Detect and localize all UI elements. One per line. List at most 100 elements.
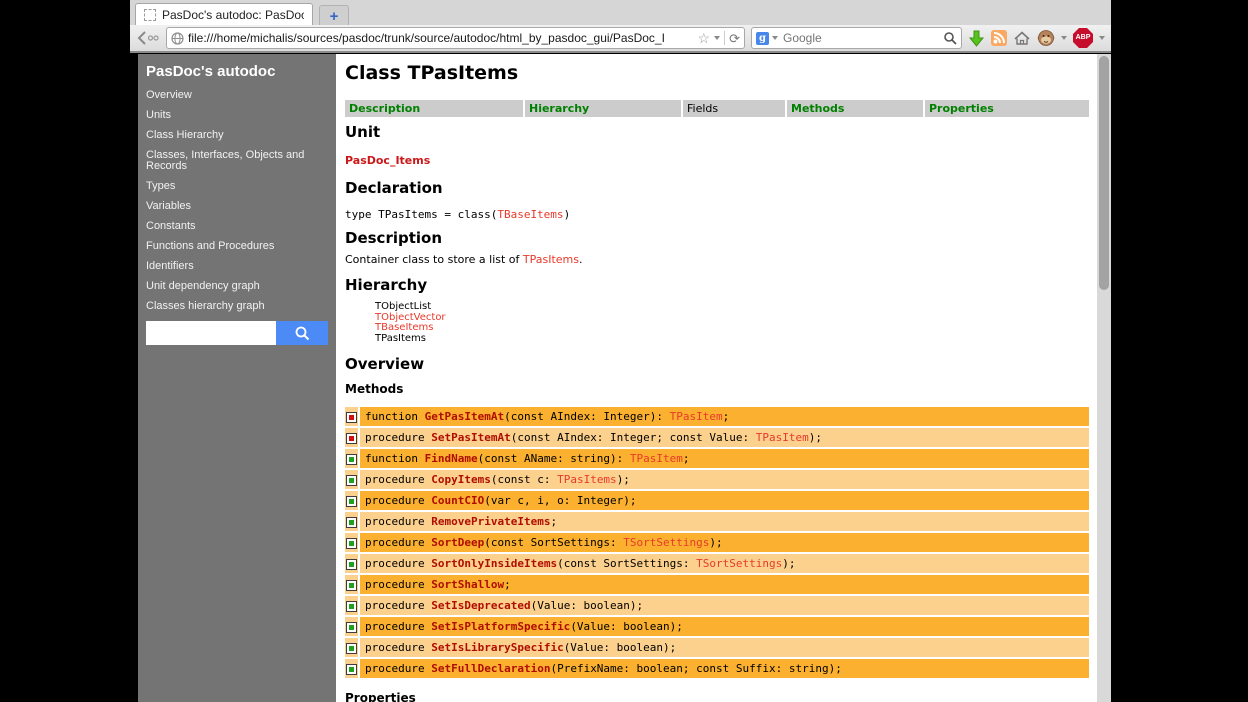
member-declaration: procedure SetIsPlatformSpecific(Value: b… xyxy=(360,617,1089,636)
code-link[interactable]: SortDeep xyxy=(431,536,484,549)
search-bar[interactable]: g xyxy=(751,27,962,49)
visibility-cell xyxy=(345,659,358,678)
search-engine-dropdown-icon[interactable] xyxy=(772,36,778,40)
member-row: function GetPasItemAt(const AIndex: Inte… xyxy=(345,407,1089,426)
visibility-cell xyxy=(345,617,358,636)
visibility-cell xyxy=(345,575,358,594)
code-text: ; xyxy=(683,452,690,465)
sidebar-item-types[interactable]: Types xyxy=(146,181,328,192)
download-arrow-icon xyxy=(968,30,985,47)
member-declaration: procedure SetPasItemAt(const AIndex: Int… xyxy=(360,428,1089,447)
section-tabs: DescriptionHierarchyFieldsMethodsPropert… xyxy=(345,97,1097,114)
section-tab-description[interactable]: Description xyxy=(345,100,523,117)
code-link[interactable]: TSortSettings xyxy=(623,536,709,549)
sidebar-search-input[interactable] xyxy=(146,321,276,345)
google-engine-icon[interactable]: g xyxy=(756,32,769,45)
code-text: (var c, i, o: Integer); xyxy=(484,494,636,507)
code-link[interactable]: SetIsDeprecated xyxy=(431,599,530,612)
adblock-button[interactable]: ABP xyxy=(1073,28,1093,48)
code-link[interactable]: SortOnlyInsideItems xyxy=(431,557,557,570)
monkey-addon-dropdown-icon[interactable] xyxy=(1061,36,1067,40)
description-link[interactable]: TPasItems xyxy=(523,253,579,266)
code-text: ); xyxy=(617,473,630,486)
visibility-public-icon xyxy=(346,664,357,675)
code-text: (const SortSettings: xyxy=(557,557,696,570)
bookmark-star-icon[interactable]: ☆ xyxy=(698,31,711,45)
sidebar-item-classes-hierarchy-graph[interactable]: Classes hierarchy graph xyxy=(146,301,328,312)
code-text: (const AIndex: Integer; const Value: xyxy=(511,431,756,444)
code-text: ); xyxy=(809,431,822,444)
code-text: procedure xyxy=(365,641,431,654)
section-tab-methods[interactable]: Methods xyxy=(787,100,923,117)
search-magnifier-icon[interactable] xyxy=(943,31,957,45)
visibility-cell xyxy=(345,491,358,510)
sidebar-item-class-hierarchy[interactable]: Class Hierarchy xyxy=(146,130,328,141)
page-scrollbar[interactable] xyxy=(1097,54,1111,702)
search-input[interactable] xyxy=(781,30,940,46)
code-link[interactable]: TSortSettings xyxy=(696,557,782,570)
sidebar-item-functions-and-procedures[interactable]: Functions and Procedures xyxy=(146,241,328,252)
visibility-public-icon xyxy=(346,559,357,570)
scrollbar-thumb[interactable] xyxy=(1099,56,1109,290)
code-link[interactable]: TPasItem xyxy=(630,452,683,465)
sidebar-item-identifiers[interactable]: Identifiers xyxy=(146,261,328,272)
visibility-public-icon xyxy=(346,496,357,507)
sidebar-item-constants[interactable]: Constants xyxy=(146,221,328,232)
code-text: procedure xyxy=(365,536,431,549)
code-text: procedure xyxy=(365,578,431,591)
reload-icon[interactable]: ⟳ xyxy=(729,32,740,45)
back-button[interactable] xyxy=(136,29,160,47)
section-tab-properties[interactable]: Properties xyxy=(925,100,1089,117)
sidebar-item-units[interactable]: Units xyxy=(146,110,328,121)
code-link[interactable]: TPasItem xyxy=(670,410,723,423)
code-link[interactable]: SetIsLibrarySpecific xyxy=(431,641,563,654)
rss-button[interactable] xyxy=(991,30,1007,46)
url-bar[interactable]: file:///home/michalis/sources/pasdoc/tru… xyxy=(166,27,745,49)
monkey-addon-button[interactable] xyxy=(1037,29,1055,47)
code-link[interactable]: SetPasItemAt xyxy=(431,431,510,444)
sidebar-item-overview[interactable]: Overview xyxy=(146,90,328,101)
member-row: procedure SortOnlyInsideItems(const Sort… xyxy=(345,554,1089,573)
unit-link[interactable]: PasDoc_Items xyxy=(345,154,1097,167)
hierarchy-list: TObjectListTObjectVectorTBaseItemsTPasIt… xyxy=(375,302,1097,344)
code-link[interactable]: RemovePrivateItems xyxy=(431,515,550,528)
plus-icon: + xyxy=(330,9,339,24)
member-row: procedure SortShallow; xyxy=(345,575,1089,594)
visibility-cell xyxy=(345,512,358,531)
sidebar-item-variables[interactable]: Variables xyxy=(146,201,328,212)
member-declaration: procedure CountCIO(var c, i, o: Integer)… xyxy=(360,491,1089,510)
code-link[interactable]: TBaseItems xyxy=(497,208,563,221)
urlbar-dropdown-icon[interactable] xyxy=(714,36,720,40)
code-link[interactable]: SortShallow xyxy=(431,578,504,591)
properties-heading: Properties xyxy=(345,691,1097,702)
new-tab-button[interactable]: + xyxy=(319,5,349,26)
code-link[interactable]: TPasItems xyxy=(557,473,617,486)
url-text[interactable]: file:///home/michalis/sources/pasdoc/tru… xyxy=(188,31,694,45)
code-text: (const c: xyxy=(491,473,557,486)
download-button[interactable] xyxy=(968,30,985,47)
code-link[interactable]: SetFullDeclaration xyxy=(431,662,550,675)
tab-pasdoc-autodoc[interactable]: PasDoc's autodoc: PasDoc_I... xyxy=(135,3,313,25)
sidebar: PasDoc's autodoc OverviewUnitsClass Hier… xyxy=(138,54,336,702)
adblock-dropdown-icon[interactable] xyxy=(1099,36,1105,40)
sidebar-item-unit-dependency-graph[interactable]: Unit dependency graph xyxy=(146,281,328,292)
code-link[interactable]: SetIsPlatformSpecific xyxy=(431,620,570,633)
home-button[interactable] xyxy=(1013,30,1031,46)
code-link[interactable]: TPasItem xyxy=(756,431,809,444)
sidebar-search-button[interactable] xyxy=(276,321,328,345)
section-tab-hierarchy[interactable]: Hierarchy xyxy=(525,100,681,117)
globe-icon xyxy=(171,32,184,45)
hierarchy-item-tbaseitems[interactable]: TBaseItems xyxy=(375,323,1097,334)
visibility-public-icon xyxy=(346,538,357,549)
member-row: procedure SetIsPlatformSpecific(Value: b… xyxy=(345,617,1089,636)
code-link[interactable]: CountCIO xyxy=(431,494,484,507)
code-link[interactable]: CopyItems xyxy=(431,473,491,486)
description-heading: Description xyxy=(345,229,1097,247)
sidebar-item-classes-interfaces-objects-and-records[interactable]: Classes, Interfaces, Objects and Records xyxy=(146,150,328,172)
code-link[interactable]: FindName xyxy=(425,452,478,465)
code-link[interactable]: GetPasItemAt xyxy=(425,410,504,423)
hierarchy-item-tobjectvector[interactable]: TObjectVector xyxy=(375,313,1097,324)
member-declaration: procedure SetIsDeprecated(Value: boolean… xyxy=(360,596,1089,615)
code-text: procedure xyxy=(365,515,431,528)
code-text: procedure xyxy=(365,620,431,633)
